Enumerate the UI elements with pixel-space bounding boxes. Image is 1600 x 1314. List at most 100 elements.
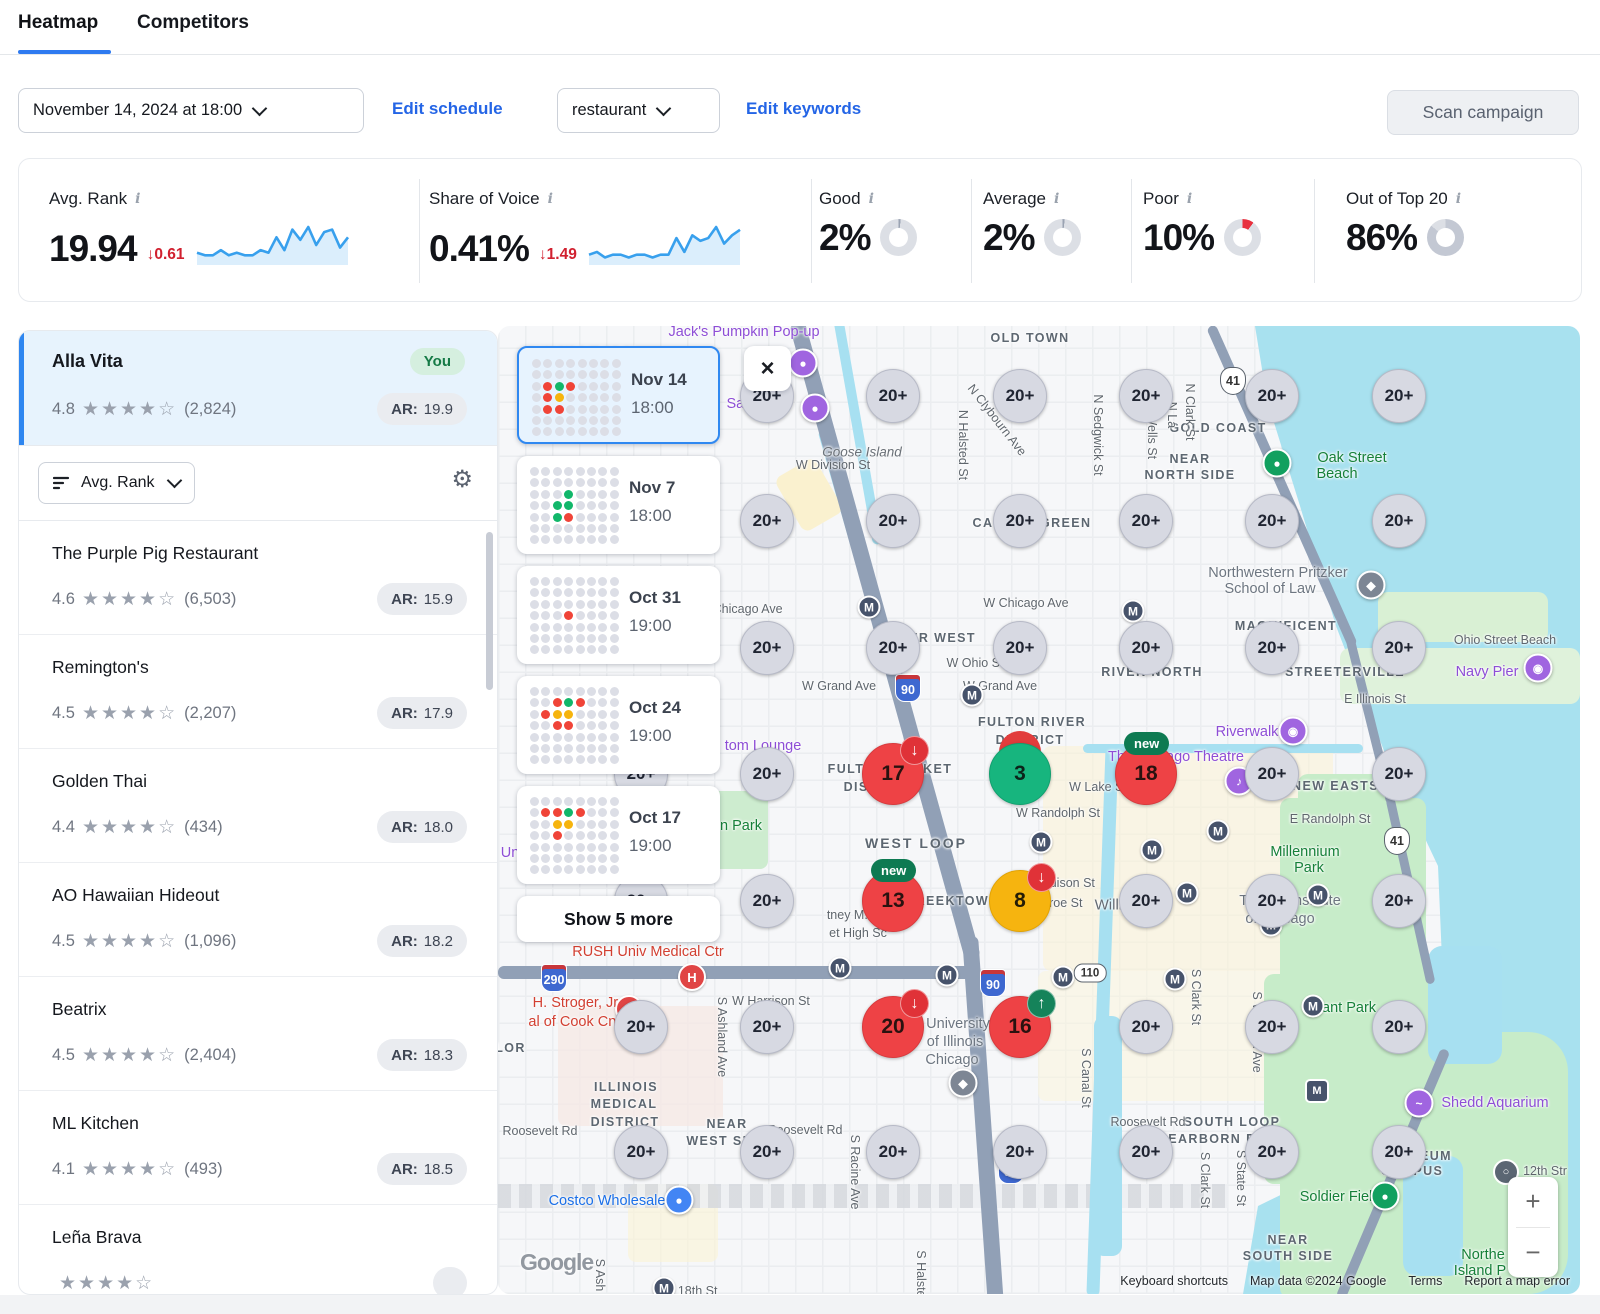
metro-station-icon[interactable]: M bbox=[1141, 839, 1164, 862]
map-marker-rank-20[interactable]: 20↓ bbox=[862, 996, 924, 1058]
timeline-scan-card[interactable]: Nov 1418:00 bbox=[517, 346, 720, 444]
map-marker-20plus[interactable]: 20+ bbox=[866, 1125, 920, 1179]
your-business-card[interactable]: Alla Vita You 4.8 ★★★★☆ (2,824) AR:19.9 bbox=[19, 331, 497, 446]
map-marker-20plus[interactable]: 20+ bbox=[740, 1125, 794, 1179]
map-marker-20plus[interactable]: 20+ bbox=[1372, 747, 1426, 801]
metro-station-icon[interactable]: M bbox=[1122, 600, 1145, 623]
map-marker-20plus[interactable]: 20+ bbox=[740, 494, 794, 548]
map-marker-20plus[interactable]: 20+ bbox=[1119, 494, 1173, 548]
metra-station-icon[interactable]: M bbox=[1305, 1079, 1329, 1103]
metro-station-icon[interactable]: M bbox=[829, 957, 852, 980]
metro-station-icon[interactable]: M bbox=[653, 1277, 676, 1295]
poi-icon[interactable]: ◉ bbox=[1524, 654, 1553, 683]
map-marker-20plus[interactable]: 20+ bbox=[1372, 494, 1426, 548]
poi-icon[interactable]: ● bbox=[801, 394, 830, 423]
timeline-scan-card[interactable]: Oct 3119:00 bbox=[517, 566, 720, 664]
info-icon[interactable]: i bbox=[1456, 191, 1461, 207]
poi-icon[interactable]: ● bbox=[665, 1186, 694, 1215]
map-marker-20plus[interactable]: 20+ bbox=[1119, 1125, 1173, 1179]
date-select[interactable]: November 14, 2024 at 18:00 bbox=[18, 88, 364, 133]
info-icon[interactable]: i bbox=[1054, 191, 1059, 207]
info-icon[interactable]: i bbox=[135, 191, 140, 207]
map-marker-20plus[interactable]: 20+ bbox=[1119, 874, 1173, 928]
gear-icon[interactable]: ⚙ bbox=[451, 468, 473, 492]
hospital-icon[interactable]: H bbox=[678, 963, 706, 991]
map-marker-20plus[interactable]: 20+ bbox=[1245, 1000, 1299, 1054]
zoom-out-button[interactable]: − bbox=[1508, 1228, 1558, 1278]
map-marker-20plus[interactable]: 20+ bbox=[740, 1000, 794, 1054]
scan-campaign-button[interactable]: Scan campaign bbox=[1387, 90, 1579, 135]
map-marker-20plus[interactable]: 20+ bbox=[1372, 1125, 1426, 1179]
map-marker-rank-13[interactable]: 13new bbox=[862, 870, 924, 932]
competitor-list-item[interactable]: ML Kitchen4.1★★★★☆(493)AR:18.5 bbox=[19, 1091, 497, 1205]
map-marker-20plus[interactable]: 20+ bbox=[866, 369, 920, 423]
poi-icon[interactable]: ~ bbox=[1405, 1089, 1434, 1118]
sort-dropdown[interactable]: Avg. Rank bbox=[38, 462, 195, 504]
poi-icon[interactable]: ● bbox=[1371, 1182, 1400, 1211]
timeline-scan-card[interactable]: Oct 2419:00 bbox=[517, 676, 720, 774]
competitor-list-item[interactable]: Remington's4.5★★★★☆(2,207)AR:17.9 bbox=[19, 635, 497, 749]
metro-station-icon[interactable]: M bbox=[961, 684, 984, 707]
map-marker-20plus[interactable]: 20+ bbox=[1245, 874, 1299, 928]
map-marker-20plus[interactable]: 20+ bbox=[1372, 874, 1426, 928]
metro-station-icon[interactable]: M bbox=[858, 596, 881, 619]
metro-station-icon[interactable]: M bbox=[936, 964, 959, 987]
metro-station-icon[interactable]: M bbox=[1207, 820, 1230, 843]
map-marker-20plus[interactable]: 20+ bbox=[993, 1125, 1047, 1179]
map-marker-20plus[interactable]: 20+ bbox=[1245, 494, 1299, 548]
poi-icon[interactable]: ◉ bbox=[1279, 717, 1308, 746]
zoom-in-button[interactable]: + bbox=[1508, 1177, 1558, 1227]
competitor-list-item[interactable]: Golden Thai4.4★★★★☆(434)AR:18.0 bbox=[19, 749, 497, 863]
edit-schedule-link[interactable]: Edit schedule bbox=[392, 99, 503, 119]
competitor-list-item[interactable]: The Purple Pig Restaurant4.6★★★★☆(6,503)… bbox=[19, 521, 497, 635]
tab-heatmap[interactable]: Heatmap bbox=[18, 12, 98, 34]
map-marker-20plus[interactable]: 20+ bbox=[993, 369, 1047, 423]
map-marker-rank-3[interactable]: 3 bbox=[989, 743, 1051, 805]
map-marker-20plus[interactable]: 20+ bbox=[993, 621, 1047, 675]
keyboard-shortcuts-link[interactable]: Keyboard shortcuts bbox=[1120, 1274, 1228, 1288]
map-marker-20plus[interactable]: 20+ bbox=[1245, 621, 1299, 675]
map-marker-20plus[interactable]: 20+ bbox=[866, 621, 920, 675]
timeline-scan-card[interactable]: Nov 718:00 bbox=[517, 456, 720, 554]
info-icon[interactable]: i bbox=[869, 191, 874, 207]
map-marker-20plus[interactable]: 20+ bbox=[1245, 1125, 1299, 1179]
map-marker-20plus[interactable]: 20+ bbox=[866, 494, 920, 548]
competitor-list-item[interactable]: Leña Brava★★★★☆ bbox=[19, 1205, 497, 1295]
map-marker-20plus[interactable]: 20+ bbox=[1372, 369, 1426, 423]
map-marker-20plus[interactable]: 20+ bbox=[740, 621, 794, 675]
map-marker-20plus[interactable]: 20+ bbox=[1119, 1000, 1173, 1054]
close-icon[interactable]: × bbox=[744, 346, 791, 391]
metro-station-icon[interactable]: M bbox=[1302, 995, 1325, 1018]
keyword-select[interactable]: restaurant bbox=[557, 88, 720, 133]
metro-station-icon[interactable]: M bbox=[1176, 882, 1199, 905]
competitor-list-item[interactable]: Beatrix4.5★★★★☆(2,404)AR:18.3 bbox=[19, 977, 497, 1091]
poi-icon[interactable]: ◆ bbox=[1357, 571, 1386, 600]
map-marker-20plus[interactable]: 20+ bbox=[740, 874, 794, 928]
map-marker-rank-8[interactable]: 8↓ bbox=[989, 870, 1051, 932]
map-marker-20plus[interactable]: 20+ bbox=[1245, 747, 1299, 801]
map-marker-20plus[interactable]: 20+ bbox=[1372, 1000, 1426, 1054]
list-scrollbar[interactable] bbox=[486, 532, 493, 690]
info-icon[interactable]: i bbox=[1187, 191, 1192, 207]
poi-icon[interactable]: ◆ bbox=[949, 1069, 978, 1098]
metro-station-icon[interactable]: M bbox=[1164, 968, 1187, 991]
metro-station-icon[interactable]: M bbox=[1307, 884, 1330, 907]
show-more-scans-button[interactable]: Show 5 more bbox=[517, 896, 720, 942]
map-marker-rank-17[interactable]: 17↓ bbox=[862, 743, 924, 805]
map-marker-20plus[interactable]: 20+ bbox=[1119, 369, 1173, 423]
poi-icon[interactable]: ● bbox=[1263, 449, 1292, 478]
map-marker-20plus[interactable]: 20+ bbox=[614, 1000, 668, 1054]
metro-station-icon[interactable]: M bbox=[1052, 966, 1075, 989]
map-marker-20plus[interactable]: 20+ bbox=[1372, 621, 1426, 675]
timeline-scan-card[interactable]: Oct 1719:00 bbox=[517, 786, 720, 884]
heatmap-map[interactable]: WICKER PARKOLD TOWNGOLD COASTNEARNORTH S… bbox=[498, 326, 1580, 1294]
info-icon[interactable]: i bbox=[548, 191, 553, 207]
report-map-error-link[interactable]: Report a map error bbox=[1464, 1274, 1570, 1288]
poi-icon[interactable]: ● bbox=[789, 349, 818, 378]
terms-link[interactable]: Terms bbox=[1408, 1274, 1442, 1288]
map-marker-20plus[interactable]: 20+ bbox=[1119, 621, 1173, 675]
map-marker-20plus[interactable]: 20+ bbox=[740, 747, 794, 801]
map-marker-rank-18[interactable]: 18new bbox=[1115, 743, 1177, 805]
map-marker-rank-16[interactable]: 16↑ bbox=[989, 996, 1051, 1058]
map-marker-20plus[interactable]: 20+ bbox=[993, 494, 1047, 548]
